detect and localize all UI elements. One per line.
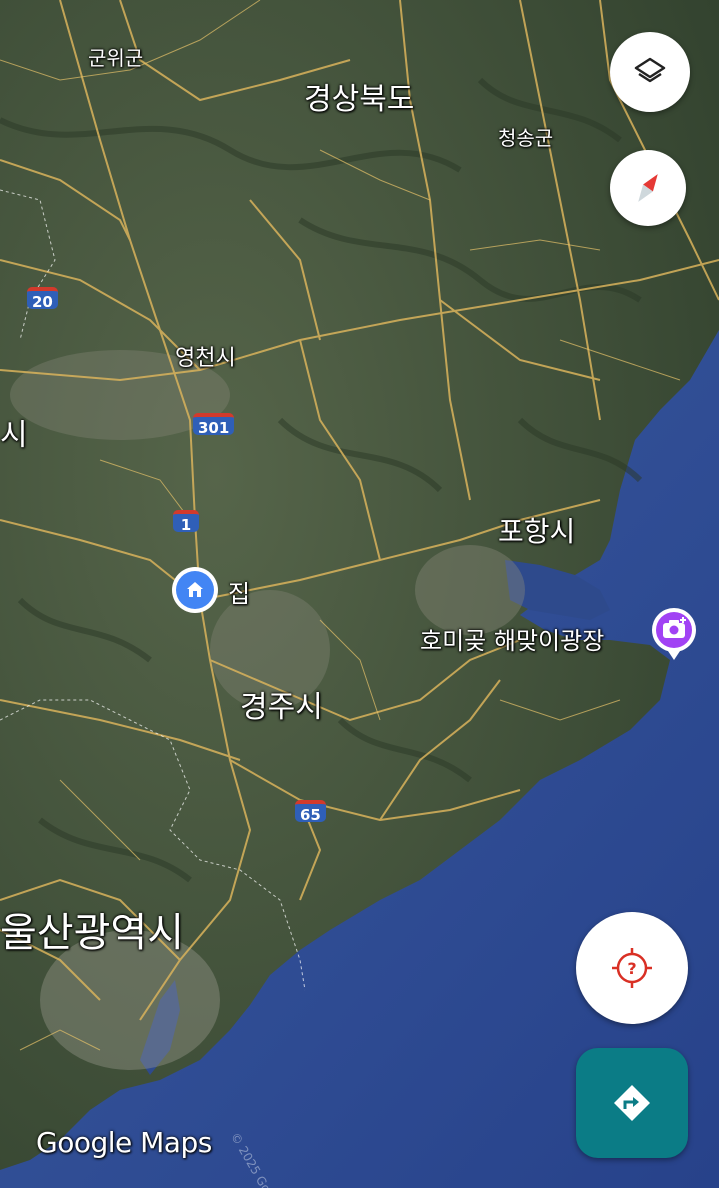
layers-button[interactable] — [610, 32, 690, 112]
place-label-edge-city: 시 — [0, 418, 28, 453]
home-icon — [176, 571, 214, 609]
my-location-icon: ? — [612, 948, 652, 988]
directions-button[interactable] — [576, 1048, 688, 1158]
road-shield-20: 20 — [27, 287, 58, 311]
camera-icon — [652, 608, 696, 660]
satellite-map[interactable]: 군위군 경상북도 청송군 영천시 시 포항시 경주시 울산광역시 20 301 … — [0, 0, 719, 1188]
google-maps-logo: Google Maps — [36, 1126, 212, 1159]
place-label-province: 경상북도 — [304, 82, 415, 117]
place-label-yeongcheon: 영천시 — [175, 346, 236, 371]
directions-icon — [614, 1085, 650, 1121]
place-label-gyeongju: 경주시 — [240, 690, 323, 725]
home-label: 집 — [228, 580, 251, 608]
road-shield-1: 1 — [173, 510, 199, 534]
road-shield-301: 301 — [193, 413, 235, 437]
layers-icon — [634, 57, 666, 83]
compass-icon — [638, 174, 658, 202]
my-location-button[interactable]: ? — [576, 912, 688, 1024]
poi-label: 호미곶 해맞이광장 — [420, 627, 605, 655]
compass-button[interactable] — [610, 150, 686, 226]
poi-pin[interactable] — [650, 608, 698, 662]
home-pin[interactable] — [172, 567, 218, 613]
place-label-gunwi: 군위군 — [88, 46, 144, 70]
road-shield-65: 65 — [295, 800, 326, 824]
place-label-ulsan: 울산광역시 — [0, 910, 184, 956]
svg-text:?: ? — [627, 959, 636, 978]
place-label-pohang: 포항시 — [498, 515, 576, 548]
place-label-cheongsong: 청송군 — [498, 126, 554, 150]
